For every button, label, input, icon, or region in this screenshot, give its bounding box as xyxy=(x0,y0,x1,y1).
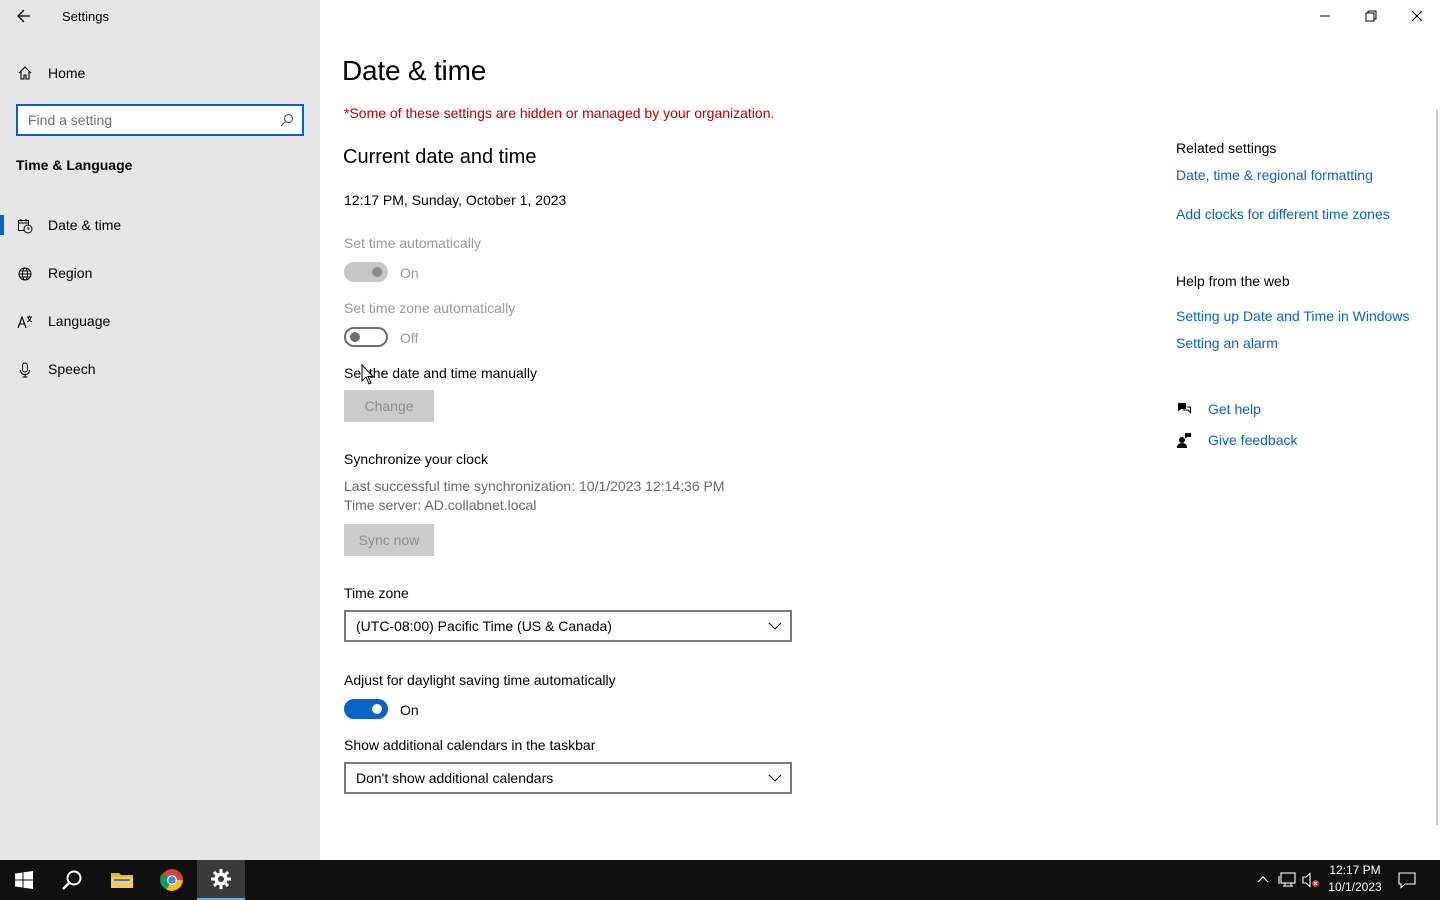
set-timezone-auto-state: Off xyxy=(400,330,419,346)
close-icon xyxy=(1411,10,1423,22)
chevron-up-icon xyxy=(1257,876,1269,883)
volume-tray-button[interactable] xyxy=(1302,871,1320,889)
windows-logo-icon xyxy=(15,871,33,889)
language-icon xyxy=(16,313,34,331)
restore-icon xyxy=(1365,10,1377,22)
sidebar-item-speech[interactable]: Speech xyxy=(0,353,320,401)
taskbar-date: 10/1/2023 xyxy=(1328,880,1382,894)
chrome-button[interactable] xyxy=(148,860,196,900)
section-title: Time & Language xyxy=(16,157,133,173)
dst-label: Adjust for daylight saving time automati… xyxy=(344,672,616,688)
set-time-auto-label: Set time automatically xyxy=(344,235,481,251)
search-field[interactable] xyxy=(16,104,304,136)
current-date-time-value: 12:17 PM, Sunday, October 1, 2023 xyxy=(344,192,567,208)
start-button[interactable] xyxy=(0,860,48,900)
sidebar-item-region[interactable]: Region xyxy=(0,257,320,305)
regional-formatting-link[interactable]: Date, time & regional formatting xyxy=(1176,167,1373,183)
set-time-auto-toggle[interactable] xyxy=(344,262,388,282)
gear-icon xyxy=(211,869,231,889)
add-clocks-link[interactable]: Add clocks for different time zones xyxy=(1176,206,1390,222)
folder-icon xyxy=(111,873,133,888)
restore-button[interactable] xyxy=(1348,0,1394,32)
file-explorer-button[interactable] xyxy=(98,860,146,900)
sidebar-item-date-time[interactable]: Date & time xyxy=(0,209,320,257)
notification-icon xyxy=(1398,872,1416,889)
taskbar: 12:17 PM 10/1/2023 xyxy=(0,860,1440,900)
chevron-down-icon xyxy=(768,774,782,782)
sidebar-item-language[interactable]: Language xyxy=(0,305,320,353)
network-icon xyxy=(1278,872,1296,887)
time-server-text: Time server: AD.collabnet.local xyxy=(344,497,537,513)
get-help-label: Get help xyxy=(1208,401,1261,417)
help-from-web-heading: Help from the web xyxy=(1176,273,1290,289)
get-help-icon xyxy=(1176,401,1192,417)
setting-alarm-link[interactable]: Setting an alarm xyxy=(1176,335,1278,351)
sidebar: Settings Home Time & Language Date & tim… xyxy=(0,0,320,860)
app-title: Settings xyxy=(62,9,109,24)
microphone-icon xyxy=(16,361,34,379)
time-zone-dropdown[interactable]: (UTC-08:00) Pacific Time (US & Canada) xyxy=(344,610,792,642)
org-managed-warning: *Some of these settings are hidden or ma… xyxy=(344,105,775,121)
additional-calendars-dropdown[interactable]: Don't show additional calendars xyxy=(344,762,792,794)
sidebar-item-label: Date & time xyxy=(48,217,122,233)
last-sync-text: Last successful time synchronization: 10… xyxy=(344,478,725,494)
sidebar-item-label: Language xyxy=(48,313,111,329)
volume-muted-icon xyxy=(1302,872,1319,888)
mouse-cursor-icon xyxy=(361,364,375,385)
dst-toggle[interactable] xyxy=(344,699,388,719)
taskbar-time: 12:17 PM xyxy=(1329,863,1381,877)
taskbar-clock[interactable]: 12:17 PM 10/1/2023 xyxy=(1326,862,1384,898)
give-feedback-label: Give feedback xyxy=(1208,432,1298,448)
page-title: Date & time xyxy=(342,55,487,86)
set-time-auto-state: On xyxy=(400,265,419,281)
dst-state: On xyxy=(400,702,419,718)
sidebar-home[interactable]: Home xyxy=(16,60,85,86)
give-feedback-link[interactable]: Give feedback xyxy=(1176,432,1298,448)
time-zone-selected: (UTC-08:00) Pacific Time (US & Canada) xyxy=(356,618,612,634)
home-icon xyxy=(16,64,34,82)
search-input[interactable] xyxy=(18,112,268,128)
set-timezone-auto-label: Set time zone automatically xyxy=(344,300,516,316)
current-date-time-heading: Current date and time xyxy=(343,146,537,168)
search-icon[interactable] xyxy=(280,113,294,127)
chevron-down-icon xyxy=(768,622,782,630)
scrollbar[interactable] xyxy=(1436,110,1438,825)
sidebar-item-label: Speech xyxy=(48,361,96,377)
additional-calendars-label: Show additional calendars in the taskbar xyxy=(344,737,596,753)
sync-now-button[interactable]: Sync now xyxy=(344,524,434,556)
setting-up-date-time-link[interactable]: Setting up Date and Time in Windows xyxy=(1176,308,1409,324)
globe-icon xyxy=(16,265,34,283)
action-center-button[interactable] xyxy=(1398,871,1416,889)
chrome-icon xyxy=(160,869,183,891)
close-button[interactable] xyxy=(1394,0,1440,32)
sidebar-home-label: Home xyxy=(48,65,86,81)
back-arrow-icon xyxy=(17,9,30,23)
back-button[interactable] xyxy=(10,4,38,28)
calendar-clock-icon xyxy=(16,217,34,235)
time-zone-label: Time zone xyxy=(344,585,409,601)
set-timezone-auto-toggle[interactable] xyxy=(344,327,388,347)
sidebar-item-label: Region xyxy=(48,265,93,281)
taskbar-search-button[interactable] xyxy=(48,860,96,900)
sidebar-nav: Date & time Region Language Speech xyxy=(0,209,320,401)
additional-calendars-selected: Don't show additional calendars xyxy=(356,770,554,786)
minimize-button[interactable] xyxy=(1302,0,1348,32)
feedback-icon xyxy=(1176,432,1192,448)
network-tray-button[interactable] xyxy=(1278,871,1296,889)
show-hidden-icons-button[interactable] xyxy=(1254,871,1272,889)
change-button[interactable]: Change xyxy=(344,390,434,422)
sync-heading: Synchronize your clock xyxy=(344,451,488,467)
related-settings-heading: Related settings xyxy=(1176,140,1277,156)
search-icon xyxy=(62,870,82,890)
minimize-icon xyxy=(1320,15,1330,17)
get-help-link[interactable]: Get help xyxy=(1176,401,1261,417)
settings-taskbar-button[interactable] xyxy=(197,860,245,900)
